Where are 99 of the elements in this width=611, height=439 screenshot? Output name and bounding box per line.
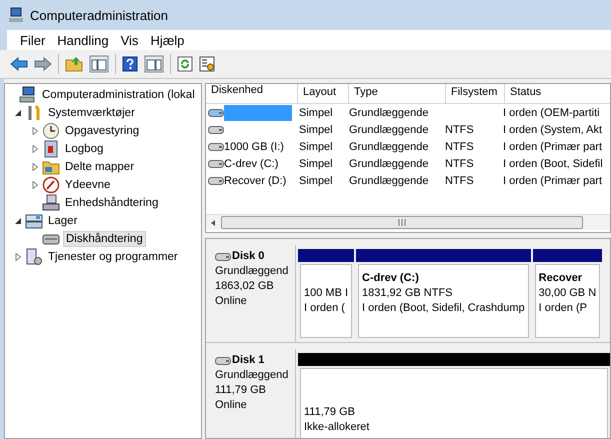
disk-size: 111,79 GB [215,383,267,398]
table-cell-text: Grundlæggende [348,158,430,170]
drive-icon [215,252,231,262]
table-cell-text: Grundlæggende [348,124,430,136]
column-header[interactable]: Diskenhed [206,84,298,103]
table-cell-text: Grundlæggende [348,140,430,152]
table-cell-text: Simpel [298,174,334,186]
selection-highlight[interactable] [224,104,292,120]
partition-block[interactable]: Recover 30,00 GB N I orden (P [534,264,600,338]
computer-icon [8,7,24,23]
log-icon [42,140,60,158]
table-cell: NTFS [445,124,474,136]
disk-size: 1863,02 GB [215,279,275,294]
services-icon [25,248,43,266]
partition-size: 111,79 GB [304,405,356,420]
collapse-arrow-icon[interactable] [14,109,22,117]
collapse-arrow-icon[interactable] [14,217,22,225]
table-cell-text: Grundlæggende [348,174,430,186]
table-cell: NTFS [445,140,474,152]
tree-item[interactable]: Computeradministration (lokal [40,88,197,102]
volume-name[interactable]: 1000 GB (I:) [224,138,284,154]
partition-status: I orden (Boot, Sidefil, Crashdump [362,301,525,316]
device-icon [42,194,60,212]
partition-status: I orden (P [538,301,588,316]
volume-name[interactable]: Recover (D:) [224,172,286,188]
tree-item[interactable]: Enhedshåndtering [63,196,160,210]
expand-arrow-icon[interactable] [14,253,22,261]
tree-item[interactable]: Opgavestyring [63,124,142,138]
column-header[interactable]: Filsystem [446,84,505,103]
volume-name[interactable]: C-drev (C:) [224,156,278,172]
tree-item[interactable]: Diskhåndtering [63,231,146,247]
table-cell: NTFS [445,158,474,170]
partition-size: 100 MB I [304,286,348,301]
help-icon[interactable] [122,56,138,72]
drive-icon [208,108,224,118]
table-cell-text: I orden (Primær part [502,174,604,186]
storage-icon [25,212,43,230]
tree-item[interactable]: Ydeevne [63,178,112,192]
table-cell-text: Simpel [298,124,334,136]
expand-arrow-icon[interactable] [30,127,38,135]
drive-icon [208,124,224,134]
drive-icon [208,158,224,168]
partition-size: 30,00 GB N [538,286,596,301]
properties-icon[interactable] [199,56,215,72]
table-cell-text: I orden (System, Akt [502,124,604,136]
window-title: Computeradministration [30,8,168,22]
partition-block[interactable]: C-drev (C:) 1831,92 GB NTFS I orden (Boot, Sidefil, Crashdump [358,264,529,338]
partition-name: C-drev (C:) [362,271,420,286]
expand-arrow-icon[interactable] [30,181,38,189]
computer-icon [19,86,37,104]
table-cell-text: I orden (Boot, Sidefil [502,158,604,170]
table-cell-text: Simpel [298,140,334,152]
disk-state: Online [215,398,248,413]
forward-arrow-icon[interactable] [34,57,52,71]
disk-info-panel[interactable]: Disk 0 Grundlæggend 1863,02 GB Online [206,245,296,342]
refresh-icon[interactable] [177,56,193,72]
tree-item[interactable]: Logbog [63,142,106,156]
tree-item[interactable]: Systemværktøjer [46,106,137,120]
column-header[interactable]: Status [505,84,611,103]
grip-icon [398,219,406,226]
column-header[interactable]: Type [349,84,446,103]
partition-block[interactable]: 100 MB I I orden ( [300,264,352,338]
tree-item[interactable]: Tjenester og programmer [46,250,180,264]
menu-item[interactable]: Hjælp [145,32,190,48]
folder-up-icon[interactable] [65,56,83,72]
partition-status: Ikke-allokeret [304,420,370,435]
action-pane-icon[interactable] [144,55,164,73]
horizontal-scrollbar[interactable] [206,214,610,230]
disk-name: Disk 0 [232,249,264,264]
table-cell-text: Simpel [298,158,334,170]
table-cell-text: Grundlæggende [348,106,430,118]
tree-item[interactable]: Delte mapper [63,160,136,174]
disk-info-panel[interactable]: Disk 1 Grundlæggend 111,79 GB Online [206,349,296,438]
disk-type: Grundlæggend [215,264,290,279]
table-cell: NTFS [445,174,474,186]
partition-status: I orden ( [304,301,346,316]
tree-pane-icon[interactable] [89,55,109,73]
partition-size: 1831,92 GB NTFS [362,286,454,301]
tree-item[interactable]: Lager [46,214,80,228]
table-cell-text: I orden (Primær part [502,140,604,152]
drive-icon [208,142,224,152]
drive-icon [208,176,224,186]
expand-arrow-icon[interactable] [30,145,38,153]
column-header[interactable]: Layout [298,84,349,103]
disk-state: Online [215,294,248,309]
table-cell-text: I orden (OEM-partiti [502,106,601,118]
scroll-left-arrow-icon[interactable] [209,218,217,226]
disk-type: Grundlæggend [215,368,290,383]
disk-name: Disk 1 [232,353,264,368]
clock-icon [42,122,60,140]
menu-item[interactable]: Filer [15,32,50,48]
table-cell-text: Simpel [298,106,334,118]
expand-arrow-icon[interactable] [30,163,38,171]
menu-item[interactable]: Vis [116,32,144,48]
menu-item[interactable]: Handling [52,32,114,48]
partition-block[interactable]: 111,79 GB Ikke-allokeret [300,368,608,438]
back-arrow-icon[interactable] [10,57,28,71]
partition-name: Recover [538,271,584,286]
drive-icon [215,356,231,366]
